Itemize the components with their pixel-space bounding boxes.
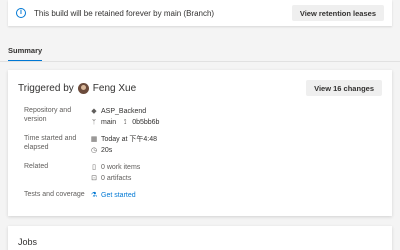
tab-bar: Summary	[8, 40, 43, 62]
calendar-icon: ▦	[90, 136, 98, 143]
artifacts-icon: ⊡	[91, 175, 97, 182]
triggered-by-label: Triggered by	[18, 82, 74, 94]
clock-icon: ◷	[90, 147, 98, 154]
retention-banner: i This build will be retained forever by…	[8, 0, 392, 26]
view-retention-leases-button[interactable]: View retention leases	[291, 5, 384, 21]
artifacts-count: 0 artifacts	[101, 175, 132, 182]
commit-id[interactable]: 0b5bb6b	[132, 118, 159, 127]
commit-icon: ⟟	[123, 119, 127, 126]
tab-summary[interactable]: Summary	[8, 46, 43, 62]
start-time: Today at 下午4:48	[101, 136, 158, 143]
work-items-icon: ▯	[92, 164, 96, 171]
summary-header: Triggered by Feng Xue View 16 changes	[18, 79, 382, 97]
related-row: Related ▯ 0 work items ⊡ 0 artifacts	[24, 162, 159, 184]
avatar[interactable]	[77, 82, 89, 94]
time-label: Time started and elapsed	[24, 135, 77, 151]
tab-divider	[0, 61, 400, 62]
branch-icon: ᛘ	[91, 119, 97, 126]
jobs-title: Jobs	[18, 237, 38, 247]
time-row: Time started and elapsed ▦ Today at 下午4:4…	[24, 134, 159, 156]
elapsed-time: 20s	[101, 147, 113, 154]
tests-row: Tests and coverage ⚗ Get started	[24, 190, 159, 201]
repository-label: Repository and version	[24, 107, 72, 123]
view-changes-button[interactable]: View 16 changes	[306, 80, 382, 96]
work-items-count: 0 work items	[101, 164, 141, 171]
flask-icon: ⚗	[90, 192, 98, 199]
jobs-card: Jobs	[8, 226, 392, 250]
triggered-by-user[interactable]: Feng Xue	[93, 83, 306, 94]
summary-card: Triggered by Feng Xue View 16 changes Re…	[8, 70, 392, 216]
info-icon: i	[16, 8, 26, 18]
summary-details: Repository and version ◆ ASP_Backend ᛘ mai…	[24, 106, 159, 207]
related-label: Related	[24, 163, 49, 170]
repository-icon: ◆	[91, 108, 97, 115]
repository-row: Repository and version ◆ ASP_Backend ᛘ mai…	[24, 106, 159, 128]
repository-name[interactable]: ASP_Backend	[101, 107, 146, 116]
tests-label: Tests and coverage	[24, 191, 85, 198]
branch-name[interactable]: main	[101, 118, 116, 127]
retention-message: This build will be retained forever by m…	[34, 8, 215, 18]
get-started-link[interactable]: Get started	[101, 191, 136, 200]
